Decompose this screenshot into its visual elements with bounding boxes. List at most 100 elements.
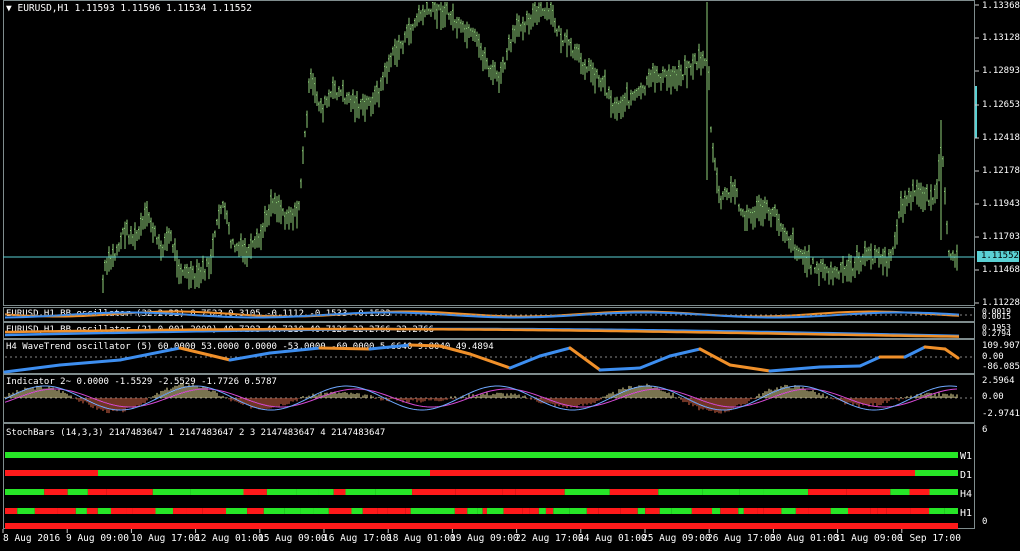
stochbars-h1-segment bbox=[434, 508, 455, 514]
stochbars-h1-segment bbox=[877, 508, 887, 514]
stochbars-h4-segment bbox=[412, 489, 456, 495]
wavetrend-segment bbox=[818, 364, 862, 369]
stochbars-h1-segment bbox=[553, 508, 570, 514]
stochbars-h1-segment bbox=[110, 508, 127, 514]
stochbars-h1-segment bbox=[586, 508, 599, 514]
stochbars-h4-segment bbox=[266, 489, 297, 495]
stochbars-h4-segment bbox=[515, 489, 565, 495]
wavetrend-segment bbox=[903, 345, 927, 359]
stochbars-h4-segment bbox=[44, 489, 68, 495]
stochbars-h4-segment bbox=[152, 489, 191, 495]
stochbars-h4-segment bbox=[890, 489, 910, 495]
stochbars-d1-segment bbox=[98, 470, 430, 476]
stochbars-h1-segment bbox=[247, 508, 264, 514]
wavetrend-segment bbox=[728, 363, 772, 373]
stochbars-h4-segment bbox=[87, 489, 107, 495]
stochbars-h1-segment bbox=[795, 508, 809, 514]
stochbars-h1-segment bbox=[186, 508, 203, 514]
stochbars-h1-segment bbox=[944, 508, 958, 514]
stochbars-h1-segment bbox=[910, 508, 930, 514]
stochbars-h1-segment bbox=[328, 508, 352, 514]
stochbars-h1-segment bbox=[467, 508, 478, 514]
wavetrend-segment bbox=[438, 344, 472, 356]
stochbars-h1-segment bbox=[377, 508, 388, 514]
stochbars-h1-segment bbox=[132, 508, 156, 514]
stochbars-h4-segment bbox=[846, 489, 891, 495]
wavetrend-segment bbox=[638, 354, 672, 370]
stochbars-h1-segment bbox=[202, 508, 227, 514]
stochbars-h4-segment bbox=[658, 489, 703, 495]
stochbars-h1-segment bbox=[226, 508, 248, 514]
stochbars-h1-segment bbox=[659, 508, 672, 514]
wavetrend-segment bbox=[538, 346, 572, 358]
wavetrend-segment bbox=[568, 346, 602, 372]
wavetrend-segment bbox=[368, 343, 412, 351]
stochbars-h4-segment bbox=[243, 489, 267, 495]
stochbars-h4-segment bbox=[333, 489, 346, 495]
wavetrend-segment bbox=[3, 363, 62, 374]
stochbars-base-segment bbox=[5, 523, 958, 529]
stochbars-h1-segment bbox=[34, 508, 58, 514]
stochbars-h4-segment bbox=[763, 489, 809, 495]
stochbars-h1-segment bbox=[569, 508, 587, 514]
stochbars-h1-segment bbox=[738, 508, 744, 514]
stochbars-h1-segment bbox=[870, 508, 878, 514]
stochbars-h1-segment bbox=[781, 508, 796, 514]
stochbars-h1-segment bbox=[545, 508, 554, 514]
stochbars-h4-segment bbox=[318, 489, 334, 495]
stochbars-h1-segment bbox=[503, 508, 523, 514]
wavetrend-segment bbox=[668, 347, 702, 358]
stochbars-h1-segment bbox=[637, 508, 646, 514]
stochbars-h1-segment bbox=[743, 508, 758, 514]
chart-drawing-layer bbox=[2, 0, 979, 533]
stochbars-h1-segment bbox=[17, 508, 35, 514]
stochbars-h1-segment bbox=[671, 508, 692, 514]
stochbars-h4-segment bbox=[929, 489, 958, 495]
stochbars-h4-segment bbox=[502, 489, 516, 495]
stochbars-h1-segment bbox=[529, 508, 539, 514]
stochbars-h1-segment bbox=[454, 508, 468, 514]
stochbars-h1-segment bbox=[263, 508, 285, 514]
stochbars-d1-segment bbox=[5, 470, 98, 476]
stochbars-h4-segment bbox=[106, 489, 153, 495]
stochbars-h1-segment bbox=[763, 508, 782, 514]
stochbars-h1-segment bbox=[313, 508, 329, 514]
stochbars-d1-segment bbox=[430, 470, 915, 476]
stochbars-h1-segment bbox=[757, 508, 764, 514]
stochbars-h1-segment bbox=[300, 508, 314, 514]
wavetrend-segment bbox=[408, 343, 442, 348]
stochbars-h1-segment bbox=[405, 508, 411, 514]
stochbars-h4-segment bbox=[909, 489, 930, 495]
stochbars-h1-segment bbox=[126, 508, 133, 514]
stochbars-h1-segment bbox=[720, 508, 739, 514]
stochbars-h4-segment bbox=[67, 489, 88, 495]
stochbars-h4-segment bbox=[190, 489, 244, 495]
stochbars-h1-segment bbox=[155, 508, 174, 514]
wavetrend-segment bbox=[468, 352, 512, 370]
stochbars-h4-segment bbox=[375, 489, 413, 495]
stochbars-h1-segment bbox=[808, 508, 831, 514]
stochbars-h4-segment bbox=[455, 489, 503, 495]
stochbars-h1-segment bbox=[5, 508, 18, 514]
stochbars-h4-segment bbox=[296, 489, 319, 495]
stochbars-h4-segment bbox=[739, 489, 764, 495]
stochbars-h1-segment bbox=[173, 508, 187, 514]
stochbars-h1-segment bbox=[482, 508, 487, 514]
wavetrend-segment bbox=[598, 366, 642, 372]
stochbars-h1-segment bbox=[86, 508, 98, 514]
stochbars-h1-segment bbox=[477, 508, 483, 514]
stochbars-h1-segment bbox=[598, 508, 621, 514]
wavetrend-segment bbox=[318, 346, 372, 351]
stochbars-d1-segment bbox=[915, 470, 958, 476]
stochbars-h1-segment bbox=[711, 508, 721, 514]
wavetrend-segment bbox=[768, 365, 822, 373]
stochbars-h4-segment bbox=[609, 489, 659, 495]
stochbars-h1-segment bbox=[284, 508, 301, 514]
stochbars-w1-segment bbox=[5, 452, 958, 458]
stochbars-h4-segment bbox=[564, 489, 610, 495]
stochbars-h4-segment bbox=[5, 489, 45, 495]
stochbars-h1-segment bbox=[538, 508, 546, 514]
wavetrend-segment bbox=[118, 346, 182, 362]
stochbars-h4-segment bbox=[702, 489, 740, 495]
stochbars-h1-segment bbox=[886, 508, 911, 514]
